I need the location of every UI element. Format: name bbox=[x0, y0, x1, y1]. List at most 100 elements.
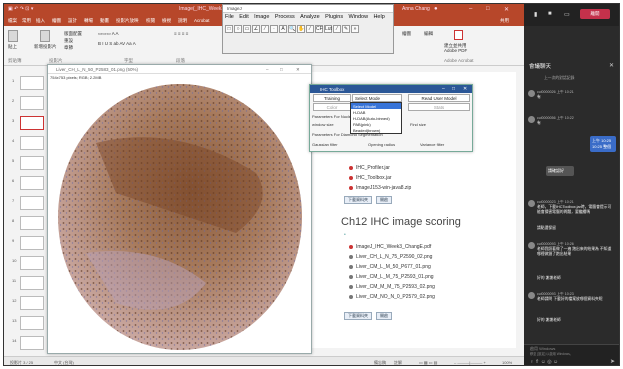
slide-thumbnail-6[interactable] bbox=[20, 176, 44, 190]
maximize-icon[interactable]: □ bbox=[452, 86, 455, 92]
comments-button[interactable]: 註解 bbox=[394, 360, 402, 365]
slide-thumbnail-8[interactable] bbox=[20, 216, 44, 230]
font-controls[interactable]: ▭▭▭ A A bbox=[98, 31, 119, 37]
maximize-icon[interactable]: □ bbox=[486, 6, 490, 12]
slide-thumbnail-11[interactable] bbox=[20, 276, 44, 290]
slide-thumbnail-14[interactable] bbox=[20, 336, 44, 350]
list-item[interactable]: Liver_CM_NO_N_0_P2579_02.png bbox=[349, 294, 435, 300]
minimize-icon[interactable]: – bbox=[442, 86, 445, 92]
menu-image[interactable]: Image bbox=[254, 14, 269, 20]
list-item[interactable]: ImageJ_IHC_Week3_ChangE.pdf bbox=[349, 244, 431, 250]
save-icon[interactable]: ▣ ↶ ↷ ⊡ ▾ bbox=[8, 6, 33, 12]
tab-view[interactable]: 檢視 bbox=[162, 18, 171, 24]
minimize-icon[interactable]: – bbox=[469, 6, 472, 12]
list-item[interactable]: IHC_Toolbox.jar bbox=[349, 175, 392, 181]
close-icon[interactable]: ✕ bbox=[609, 62, 614, 69]
reset-button[interactable]: 重設 bbox=[64, 38, 73, 44]
slide-thumbnail-2[interactable] bbox=[20, 96, 44, 110]
menu-help[interactable]: Help bbox=[373, 14, 384, 20]
paste-icon[interactable] bbox=[8, 30, 18, 42]
tab-design[interactable]: 設計 bbox=[68, 18, 77, 24]
list-item[interactable]: Liver_CM_M_M_75_P2593_02.png bbox=[349, 284, 435, 290]
image-window[interactable]: Liver_CH_L_N_50_P2583_01.png (50%) – □ ✕… bbox=[47, 64, 312, 354]
oval-tool-icon[interactable]: ○ bbox=[234, 25, 242, 33]
share-screen-icon[interactable]: ▭ bbox=[564, 11, 570, 18]
leave-button[interactable]: 離開 bbox=[580, 9, 610, 19]
slide-thumbnail-5[interactable] bbox=[20, 156, 44, 170]
editing-button[interactable]: 編輯 bbox=[424, 31, 433, 37]
tab-review[interactable]: 校閱 bbox=[146, 18, 155, 24]
list-item[interactable]: ImageJ153-win-java8.zip bbox=[349, 185, 411, 191]
tab-insert[interactable]: 插入 bbox=[36, 18, 45, 24]
angle-tool-icon[interactable]: ∠ bbox=[252, 25, 260, 33]
send-icon[interactable]: ➤ bbox=[610, 358, 615, 365]
layout-button[interactable]: 版面配置 bbox=[64, 31, 82, 37]
slide-thumbnail-9[interactable] bbox=[20, 236, 44, 250]
create-pdf-button[interactable]: 建立並共用 Adobe PDF bbox=[444, 43, 474, 53]
menu-file[interactable]: File bbox=[225, 14, 234, 20]
dropdown-option[interactable]: Beaded(brown) bbox=[351, 127, 401, 133]
download-folder-button-2[interactable]: 下載資料夾 bbox=[344, 312, 372, 320]
tab-slideshow[interactable]: 投影片放映 bbox=[116, 18, 139, 24]
tab-animations[interactable]: 動畫 bbox=[100, 18, 109, 24]
menu-analyze[interactable]: Analyze bbox=[300, 14, 320, 20]
dropper-tool-icon[interactable]: ⁄ bbox=[306, 25, 314, 33]
open-button[interactable]: 開啟 bbox=[376, 196, 392, 204]
zoom-slider[interactable]: – ———|——— + bbox=[454, 360, 486, 365]
list-item[interactable]: IHC_Profiler.jar bbox=[349, 165, 390, 171]
menu-plugins[interactable]: Plugins bbox=[325, 14, 343, 20]
font-format[interactable]: B I U S ab AV Aa A bbox=[98, 41, 136, 46]
more-tools-icon[interactable]: » bbox=[351, 25, 359, 33]
tab-file[interactable]: 檔案 bbox=[8, 18, 17, 24]
list-item[interactable]: Liver_CH_L_N_75_P2590_02.png bbox=[349, 254, 432, 260]
pencil-tool-icon[interactable]: ✎ bbox=[342, 25, 350, 33]
paste-button[interactable]: 貼上 bbox=[8, 44, 17, 50]
new-slide-icon[interactable] bbox=[40, 30, 50, 42]
slide-thumbnail-4[interactable] bbox=[20, 136, 44, 150]
list-item[interactable]: Liver_CM_L_M_50_P677_01.png bbox=[349, 264, 431, 270]
pdf-icon[interactable] bbox=[454, 30, 463, 40]
avatar[interactable]: ● bbox=[434, 6, 438, 12]
tab-acrobat[interactable]: Acrobat bbox=[194, 18, 210, 23]
menu-window[interactable]: Window bbox=[349, 14, 369, 20]
slide-thumbnail-10[interactable] bbox=[20, 256, 44, 270]
zoom-level[interactable]: 100% bbox=[502, 360, 512, 365]
account-name[interactable]: Anna Chang bbox=[402, 6, 430, 12]
open-button-2[interactable]: 開啟 bbox=[376, 312, 392, 320]
magnifier-tool-icon[interactable]: 🔍 bbox=[288, 25, 296, 33]
training-button[interactable]: Training bbox=[313, 94, 351, 102]
mic-icon[interactable]: ▮ bbox=[534, 11, 537, 18]
close-icon[interactable]: ✕ bbox=[463, 86, 467, 92]
new-slide-button[interactable]: 新增投影片 bbox=[34, 44, 57, 50]
read-user-model-button[interactable]: Read User Model bbox=[408, 94, 470, 102]
paragraph-controls[interactable]: ≡ ≡ ≡ ≡ bbox=[174, 31, 188, 36]
cf-tool-icon[interactable]: CF bbox=[315, 25, 323, 33]
ihc-toolbox-dialog[interactable]: IHC Toolbox – □ ✕ Training Select Mode R… bbox=[309, 84, 473, 152]
list-item[interactable]: Liver_CM_L_M_75_P2593_01.png bbox=[349, 274, 434, 280]
close-icon[interactable]: ✕ bbox=[296, 67, 300, 73]
polygon-tool-icon[interactable]: ▭ bbox=[243, 25, 251, 33]
view-buttons[interactable]: ▭ ▦ ▭ ▤ bbox=[419, 360, 437, 365]
chat-format-icons[interactable]: ♀ ⇑ ☺ ◎ ☺ bbox=[530, 359, 558, 365]
hand-tool-icon[interactable]: ✋ bbox=[297, 25, 305, 33]
imagej-window[interactable]: ImageJ File Edit Image Process Analyze P… bbox=[222, 4, 394, 54]
slide-thumbnail-3[interactable] bbox=[20, 116, 44, 130]
tissue-image[interactable] bbox=[56, 83, 306, 351]
tab-home[interactable]: 常用 bbox=[22, 18, 31, 24]
drawing-button[interactable]: 繪圖 bbox=[402, 31, 411, 37]
brush-tool-icon[interactable]: ⁄ bbox=[333, 25, 341, 33]
chat-input-area[interactable]: 啟用 Windows 移至 [設定] 以啟用 Windows。 ♀ ⇑ ☺ ◎ … bbox=[524, 344, 619, 365]
point-tool-icon[interactable]: · bbox=[270, 25, 278, 33]
stats-button[interactable]: Stats bbox=[408, 103, 470, 111]
download-folder-button[interactable]: 下載資料夾 bbox=[344, 196, 372, 204]
line-tool-icon[interactable]: ⁄ bbox=[261, 25, 269, 33]
menu-process[interactable]: Process bbox=[275, 14, 295, 20]
maximize-icon[interactable]: □ bbox=[280, 67, 283, 72]
slide-thumbnail-7[interactable] bbox=[20, 196, 44, 210]
close-icon[interactable]: ✕ bbox=[504, 6, 509, 13]
notes-button[interactable]: 備忘稿 bbox=[374, 360, 386, 365]
model-dropdown-list[interactable]: Select Model H-DAB H-DAB(Auto-binned) PA… bbox=[350, 102, 402, 134]
menu-edit[interactable]: Edit bbox=[239, 14, 248, 20]
tab-draw[interactable]: 繪圖 bbox=[52, 18, 61, 24]
tab-help[interactable]: 說明 bbox=[178, 18, 187, 24]
